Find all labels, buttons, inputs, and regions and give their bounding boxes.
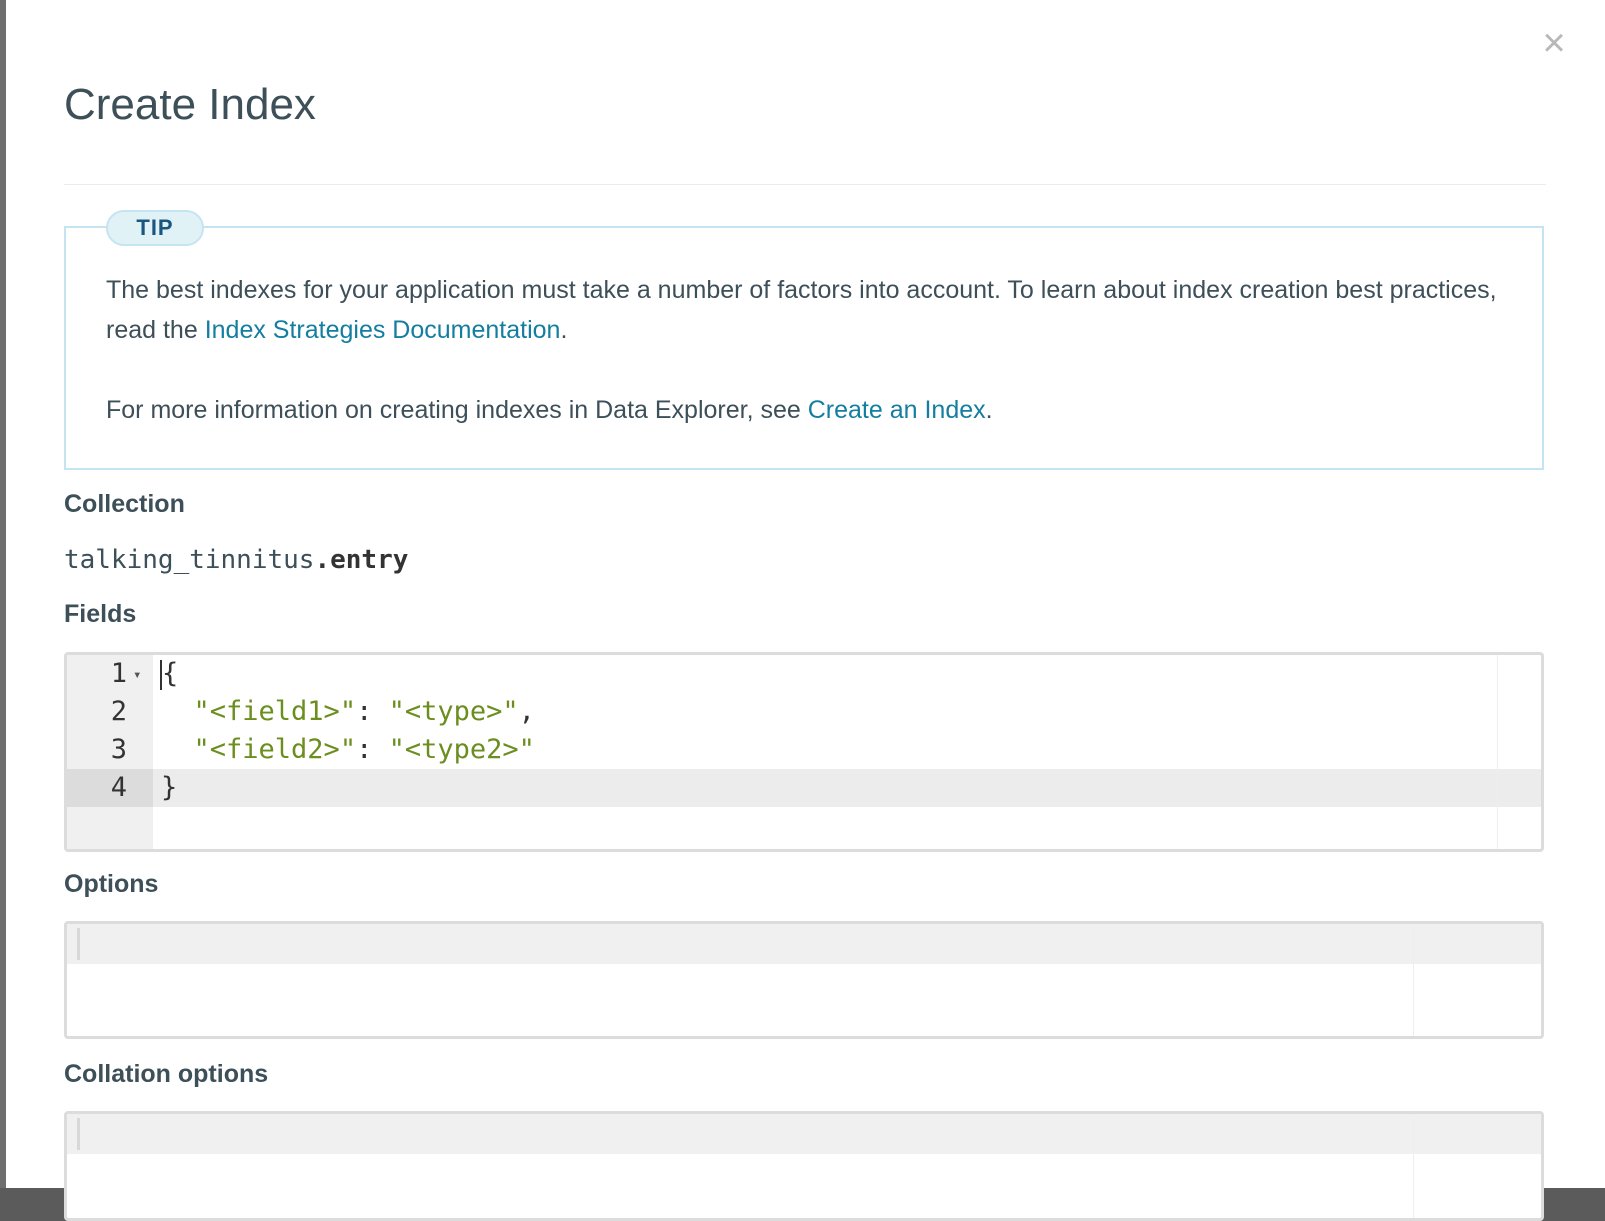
tip-badge: TIP <box>106 210 204 246</box>
code-token: } <box>161 772 178 803</box>
page-title: Create Index <box>64 80 316 129</box>
gutter-marker <box>77 928 80 960</box>
tip-box: TIP The best indexes for your applicatio… <box>64 210 1544 470</box>
tip-paragraph-1-end: . <box>560 316 568 344</box>
collection-value: talking_tinnitus.entry <box>64 545 408 575</box>
tip-paragraph-1: The best indexes for your application mu… <box>106 270 1506 350</box>
collection-name: .entry <box>314 545 409 575</box>
code-string: "<field2>" <box>193 734 357 765</box>
active-line-highlight <box>67 769 1541 807</box>
fields-label: Fields <box>64 600 137 628</box>
options-code-editor[interactable] <box>64 921 1544 1039</box>
tip-paragraph-2: For more information on creating indexes… <box>106 390 1506 430</box>
line-number: 3 <box>110 734 127 765</box>
collection-db-name: talking_tinnitus <box>64 545 315 575</box>
code-string: "<field1>" <box>193 696 357 727</box>
code-token: { <box>162 658 179 689</box>
tip-paragraph-2-text: For more information on creating indexes… <box>106 396 808 424</box>
code-token: , <box>518 696 535 727</box>
code-line: { <box>160 655 179 693</box>
line-number: 4 <box>110 772 127 803</box>
collation-options-code-editor[interactable] <box>64 1111 1544 1221</box>
code-token: : <box>356 696 389 727</box>
line-number: 2 <box>110 696 127 727</box>
code-line: } <box>161 769 177 807</box>
line-number: 1 <box>110 658 127 689</box>
close-icon[interactable]: × <box>1539 23 1569 63</box>
print-margin <box>1413 1114 1414 1218</box>
fields-code-editor[interactable]: 1 2 3 4 ▾ { "<field1>": "<type>", "<fiel… <box>64 652 1544 852</box>
fold-toggle-icon[interactable]: ▾ <box>133 667 141 683</box>
gutter-marker <box>77 1118 80 1150</box>
options-label: Options <box>64 870 159 898</box>
code-string: "<type>" <box>388 696 519 727</box>
print-margin <box>1497 655 1498 849</box>
code-line: "<field2>": "<type2>" <box>161 731 535 769</box>
active-line-highlight <box>67 924 1541 964</box>
code-token: : <box>356 734 389 765</box>
tip-paragraph-2-end: . <box>985 396 993 424</box>
collation-options-label: Collation options <box>64 1060 269 1088</box>
title-divider <box>64 184 1546 185</box>
index-strategies-link[interactable]: Index Strategies Documentation <box>205 316 561 344</box>
collection-label: Collection <box>64 490 185 518</box>
print-margin <box>1413 924 1414 1036</box>
create-index-modal: × Create Index TIP The best indexes for … <box>6 0 1605 1221</box>
create-an-index-link[interactable]: Create an Index <box>808 396 986 424</box>
code-line: "<field1>": "<type>", <box>161 693 535 731</box>
active-line-highlight <box>67 1114 1541 1154</box>
code-string: "<type2>" <box>388 734 535 765</box>
